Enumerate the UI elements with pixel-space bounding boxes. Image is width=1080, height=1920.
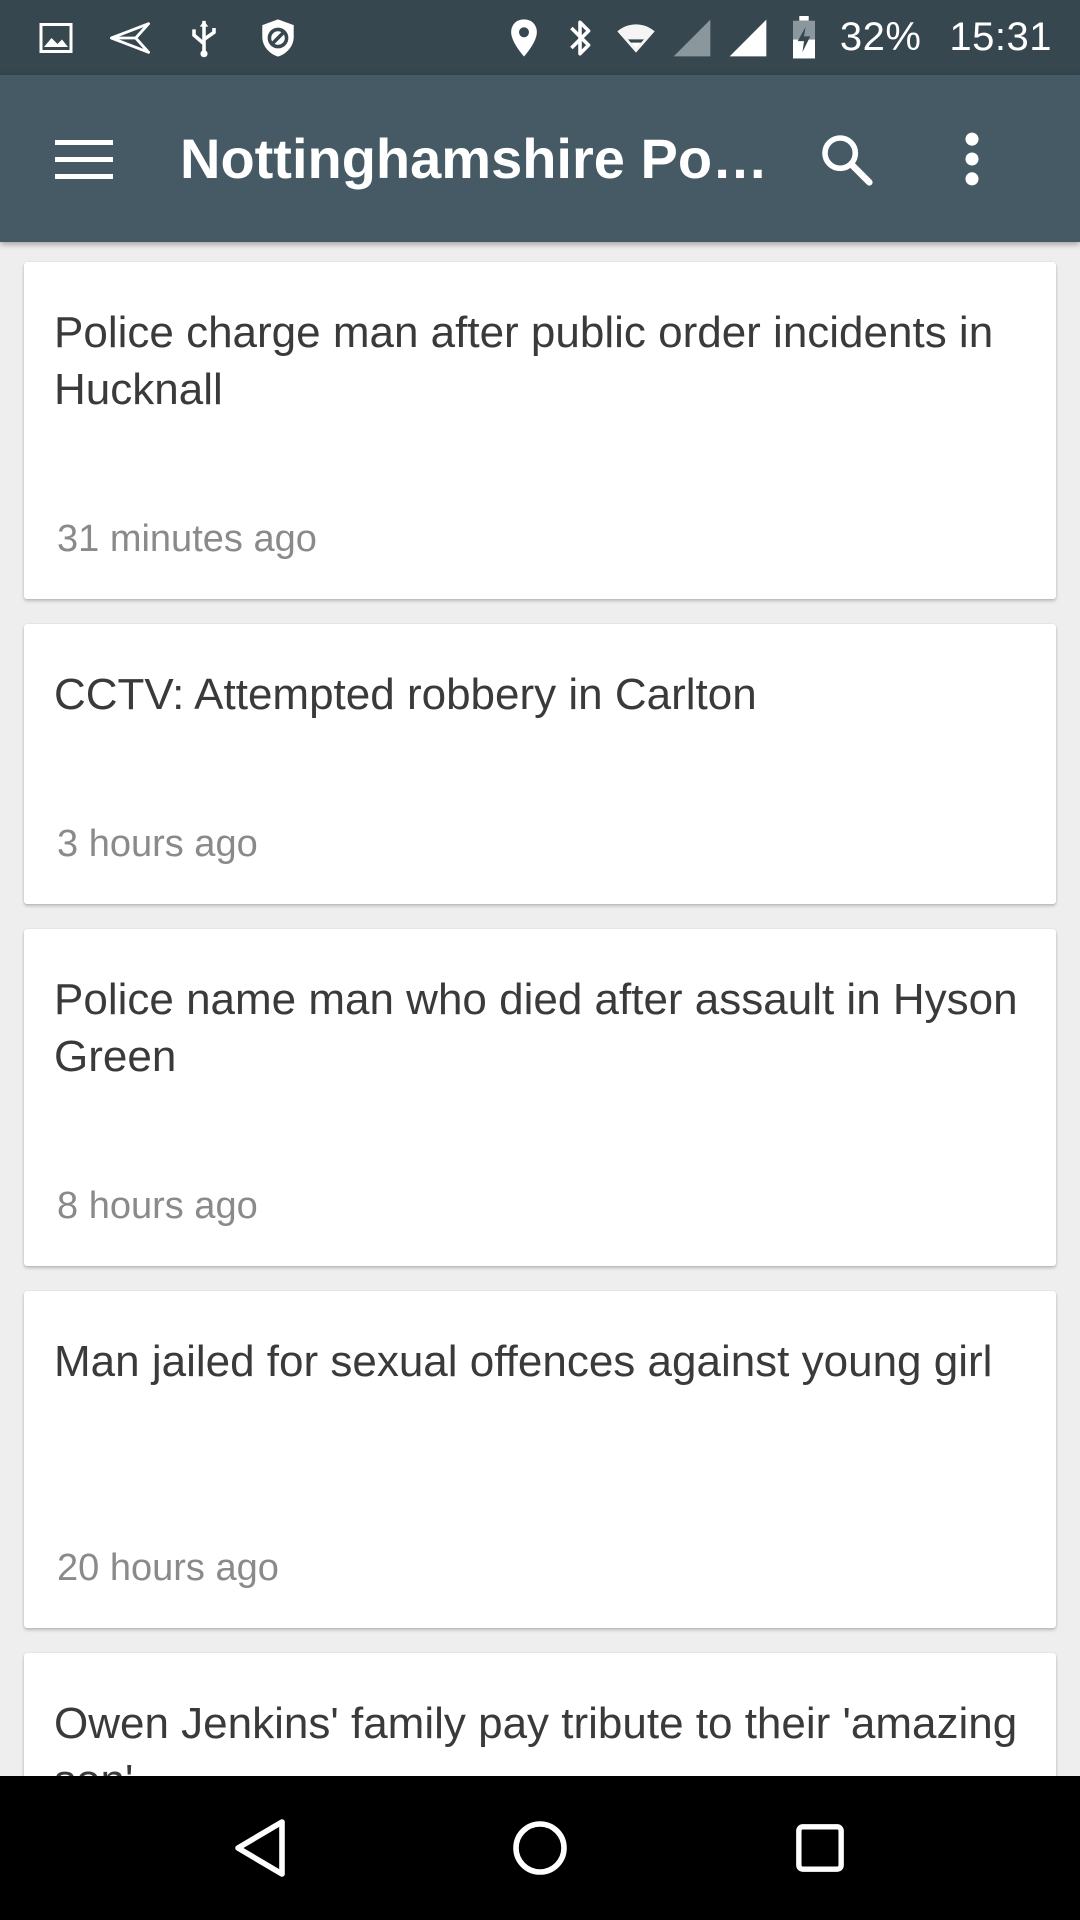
article-title: Police charge man after public order inc…: [54, 308, 994, 414]
article-title: Owen Jenkins' family pay tribute to thei…: [54, 1699, 1018, 1776]
status-bar: 32% 15:31: [0, 0, 1080, 75]
article-card[interactable]: Owen Jenkins' family pay tribute to thei…: [24, 1653, 1056, 1776]
location-icon: [504, 18, 544, 58]
article-card[interactable]: CCTV: Attempted robbery in Carlton 3 hou…: [24, 624, 1056, 904]
menu-icon: [55, 139, 113, 179]
recents-button[interactable]: [770, 1798, 870, 1898]
article-title: Police name man who died after assault i…: [54, 975, 1018, 1081]
battery-icon: [784, 15, 824, 58]
news-feed[interactable]: Police charge man after public order inc…: [0, 242, 1080, 1776]
search-button[interactable]: [804, 117, 888, 201]
menu-button[interactable]: [42, 117, 126, 201]
signal-icon: [672, 18, 712, 58]
signal-icon: [728, 18, 768, 58]
recents-icon: [796, 1824, 844, 1872]
home-icon: [513, 1821, 567, 1875]
send-icon: [110, 18, 150, 58]
shield-icon: [258, 18, 298, 58]
search-icon: [822, 134, 873, 186]
article-card[interactable]: Police charge man after public order inc…: [24, 262, 1056, 599]
battery-percent: 32%: [839, 15, 922, 59]
wifi-icon: [616, 18, 656, 58]
article-time: 20 hours ago: [57, 1547, 279, 1589]
back-button[interactable]: [210, 1798, 310, 1898]
more-options-button[interactable]: [930, 117, 1014, 201]
more-vert-icon: [965, 132, 979, 185]
article-time: 8 hours ago: [57, 1185, 258, 1227]
article-card[interactable]: Man jailed for sexual offences against y…: [24, 1291, 1056, 1628]
back-icon: [235, 1819, 285, 1877]
clock: 15:31: [949, 15, 1052, 59]
system-nav-bar: [0, 1776, 1080, 1920]
article-card[interactable]: Police name man who died after assault i…: [24, 929, 1056, 1266]
app-title: Nottinghamshire Police News: [180, 127, 780, 190]
article-time: 31 minutes ago: [57, 518, 317, 560]
article-title: CCTV: Attempted robbery in Carlton: [54, 670, 757, 719]
article-time: 3 hours ago: [57, 823, 258, 865]
app-bar: Nottinghamshire Police News: [0, 75, 1080, 242]
usb-icon: [184, 18, 224, 58]
home-button[interactable]: [490, 1798, 590, 1898]
bluetooth-icon: [560, 18, 600, 58]
image-icon: [36, 18, 76, 58]
article-title: Man jailed for sexual offences against y…: [54, 1337, 993, 1386]
